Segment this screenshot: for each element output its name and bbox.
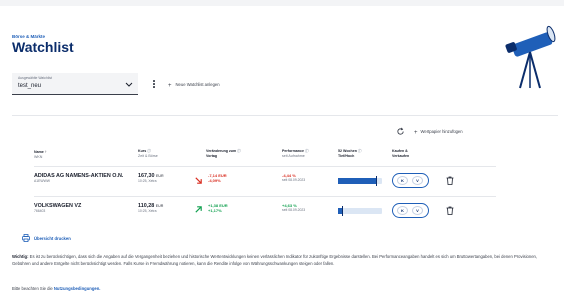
header-performance-label: Performance bbox=[282, 149, 304, 153]
security-wkn: 766403 bbox=[34, 209, 46, 213]
chevron-down-icon bbox=[125, 82, 133, 87]
range-marker bbox=[341, 206, 343, 216]
sort-arrow-icon: ↑ bbox=[44, 149, 47, 154]
add-security-label: Wertpapier hinzufügen bbox=[420, 129, 463, 134]
security-time: 10:25, Xetra bbox=[138, 179, 157, 183]
column-header-price[interactable]: Kurs ⓘ Zeit & Börse bbox=[138, 149, 158, 159]
info-icon: ⓘ bbox=[304, 149, 309, 153]
watchlist-select-label: Ausgewählte Watchlist bbox=[18, 76, 52, 80]
header-performance-sub: seit Aufnahme bbox=[282, 154, 305, 158]
change-percent: +1,17% bbox=[208, 208, 222, 213]
info-icon: ⓘ bbox=[357, 149, 362, 153]
arrow-down-right-icon bbox=[195, 177, 202, 184]
column-header-performance[interactable]: Performance ⓘ seit Aufnahme bbox=[282, 149, 309, 159]
print-overview-button[interactable]: Übersicht drucken bbox=[22, 234, 71, 242]
range-fill bbox=[338, 178, 377, 184]
plus-icon: + bbox=[168, 83, 172, 89]
telescope-illustration bbox=[505, 25, 556, 89]
terms-link[interactable]: Nutzungsbedingungen. bbox=[54, 286, 101, 291]
buy-button[interactable]: K bbox=[397, 176, 408, 185]
arrow-up-right-icon bbox=[195, 206, 202, 213]
header-52weeks-label: 52 Wochen bbox=[338, 149, 357, 153]
divider bbox=[12, 115, 558, 116]
disclaimer-text: Es ist zu berücksichtigen, dass sich die… bbox=[12, 254, 538, 266]
trash-icon[interactable] bbox=[446, 206, 454, 215]
watchlist-select-value: test_neu bbox=[18, 83, 42, 89]
printer-icon bbox=[22, 234, 30, 242]
table-row[interactable]: VOLKSWAGEN VZ 766403 110,28 EUR 10:25, X… bbox=[34, 196, 534, 226]
table-row[interactable]: ADIDAS AG NAMENS-AKTIEN O.N. A1EWWW 167,… bbox=[34, 166, 534, 196]
terms-prefix: Bitte beachten Sie die bbox=[12, 286, 54, 291]
performance-since: seit 08.09.2023 bbox=[282, 178, 306, 182]
kebab-menu-icon[interactable] bbox=[152, 80, 156, 90]
security-time: 10:25, Xetra bbox=[138, 209, 157, 213]
terms-notice: Bitte beachten Sie die Nutzungsbedingung… bbox=[12, 286, 100, 291]
security-wkn: A1EWWW bbox=[34, 179, 51, 183]
watchlist-select[interactable]: Ausgewählte Watchlist test_neu bbox=[12, 73, 138, 95]
row-divider bbox=[34, 196, 496, 197]
info-icon: ⓘ bbox=[147, 149, 151, 153]
disclaimer: Wichtig: Es ist zu berücksichtigen, dass… bbox=[12, 253, 542, 267]
header-name-sub: WKN bbox=[34, 155, 43, 159]
new-watchlist-label: Neue Watchlist anlegen bbox=[175, 82, 220, 87]
header-name-label: Name bbox=[34, 150, 44, 154]
info-icon: ⓘ bbox=[237, 149, 241, 153]
header-change-label: Veränderung zum bbox=[206, 149, 237, 153]
trash-icon[interactable] bbox=[446, 176, 454, 185]
range-52-weeks bbox=[338, 206, 382, 216]
top-bar bbox=[0, 0, 564, 6]
header-price-sub: Zeit & Börse bbox=[138, 154, 158, 158]
range-marker bbox=[376, 176, 378, 186]
security-currency: EUR bbox=[155, 204, 164, 208]
header-change-sub: Vortag bbox=[206, 154, 218, 158]
performance-since: seit 08.09.2023 bbox=[282, 208, 306, 212]
change-percent: -4,09% bbox=[208, 178, 221, 183]
refresh-icon[interactable] bbox=[396, 127, 405, 136]
column-header-trade: Kaufen & Verkaufen bbox=[392, 149, 409, 159]
header-price-label: Kurs bbox=[138, 149, 147, 153]
buy-button[interactable]: K bbox=[397, 206, 408, 215]
plus-icon: + bbox=[414, 130, 418, 136]
new-watchlist-button[interactable]: + Neue Watchlist anlegen bbox=[168, 82, 220, 89]
add-security-button[interactable]: + Wertpapier hinzufügen bbox=[414, 129, 463, 136]
row-divider bbox=[34, 166, 496, 167]
header-trade-sub: Verkaufen bbox=[392, 154, 410, 158]
disclaimer-lead: Wichtig: bbox=[12, 254, 29, 259]
column-header-52weeks: 52 Wochen ⓘ Tief/Hoch bbox=[338, 149, 362, 159]
security-currency: EUR bbox=[156, 174, 164, 178]
sell-button[interactable]: V bbox=[412, 206, 423, 215]
trade-toggle: K V bbox=[392, 203, 429, 218]
column-header-change[interactable]: Veränderung zum ⓘ Vortag bbox=[206, 149, 241, 159]
range-52-weeks bbox=[338, 176, 382, 186]
header-52weeks-sub: Tief/Hoch bbox=[338, 154, 355, 158]
print-overview-label: Übersicht drucken bbox=[34, 236, 71, 241]
column-header-name[interactable]: Name ↑ WKN bbox=[34, 149, 47, 160]
page-title: Watchlist bbox=[12, 39, 74, 55]
trade-toggle: K V bbox=[392, 173, 429, 188]
sell-button[interactable]: V bbox=[412, 176, 423, 185]
